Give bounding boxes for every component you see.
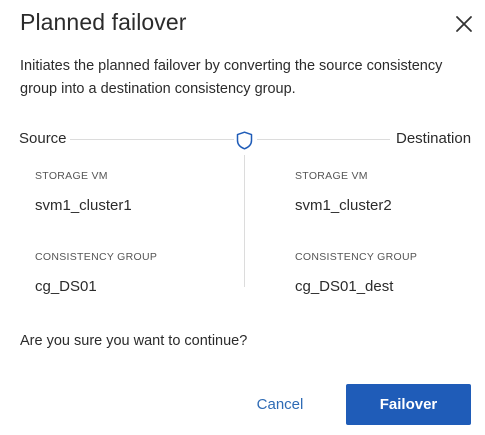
cancel-button[interactable]: Cancel [245,385,315,425]
relationship-line-right [257,139,390,140]
source-label: Source [19,130,67,147]
dialog-title: Planned failover [20,9,187,35]
source-consistency-group-label: CONSISTENCY GROUP [35,251,158,263]
shield-icon [236,131,253,150]
source-details: STORAGE VM svm1_cluster1 CONSISTENCY GRO… [35,170,235,297]
source-storage-vm-label: STORAGE VM [35,170,108,182]
dialog-description: Initiates the planned failover by conver… [20,58,443,97]
relationship-header: Source Destination [0,126,485,152]
destination-storage-vm-value: svm1_cluster2 [295,197,392,214]
source-consistency-group-value: cg_DS01 [35,278,97,295]
column-divider [244,155,245,287]
failover-button[interactable]: Failover [346,384,471,425]
planned-failover-dialog: Planned failover Initiates the planned f… [0,0,485,435]
close-icon [456,16,472,32]
destination-details: STORAGE VM svm1_cluster2 CONSISTENCY GRO… [295,170,485,297]
source-storage-vm-value: svm1_cluster1 [35,197,132,214]
destination-consistency-group-label: CONSISTENCY GROUP [295,251,418,263]
relationship-line-left [70,139,234,140]
close-button[interactable] [452,12,476,36]
destination-consistency-group-value: cg_DS01_dest [295,278,394,295]
confirm-text: Are you sure you want to continue? [20,333,248,349]
destination-storage-vm-label: STORAGE VM [295,170,368,182]
destination-label: Destination [396,130,472,147]
